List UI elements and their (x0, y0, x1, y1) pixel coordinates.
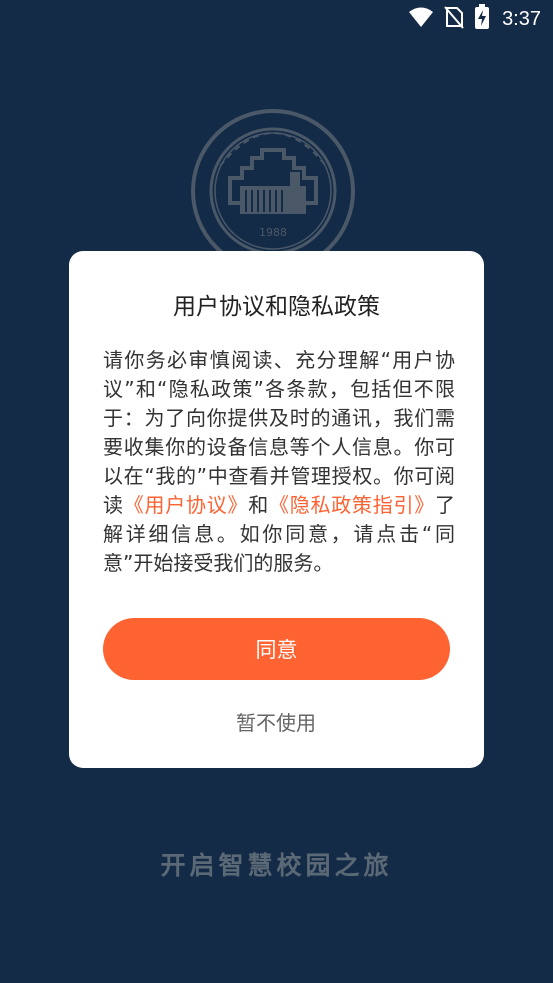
dialog-body: 请你务必审慎阅读、充分理解“用户协议”和“隐私政策”各条款，包括但不限于：为了向… (103, 346, 455, 578)
body-text-prefix: 请你务必审慎阅读、充分理解“用户协议”和“隐私政策”各条款，包括但不限于：为了向… (103, 348, 455, 517)
privacy-dialog: 用户协议和隐私政策 请你务必审慎阅读、充分理解“用户协议”和“隐私政策”各条款，… (69, 251, 484, 768)
user-agreement-link[interactable]: 《用户协议》 (124, 493, 249, 517)
body-text-and: 和 (248, 493, 269, 517)
agree-button[interactable]: 同意 (103, 618, 450, 680)
dialog-title: 用户协议和隐私政策 (173, 294, 380, 320)
privacy-guide-link[interactable]: 《隐私政策指引》 (269, 493, 435, 517)
decline-button[interactable]: 暂不使用 (176, 702, 376, 740)
